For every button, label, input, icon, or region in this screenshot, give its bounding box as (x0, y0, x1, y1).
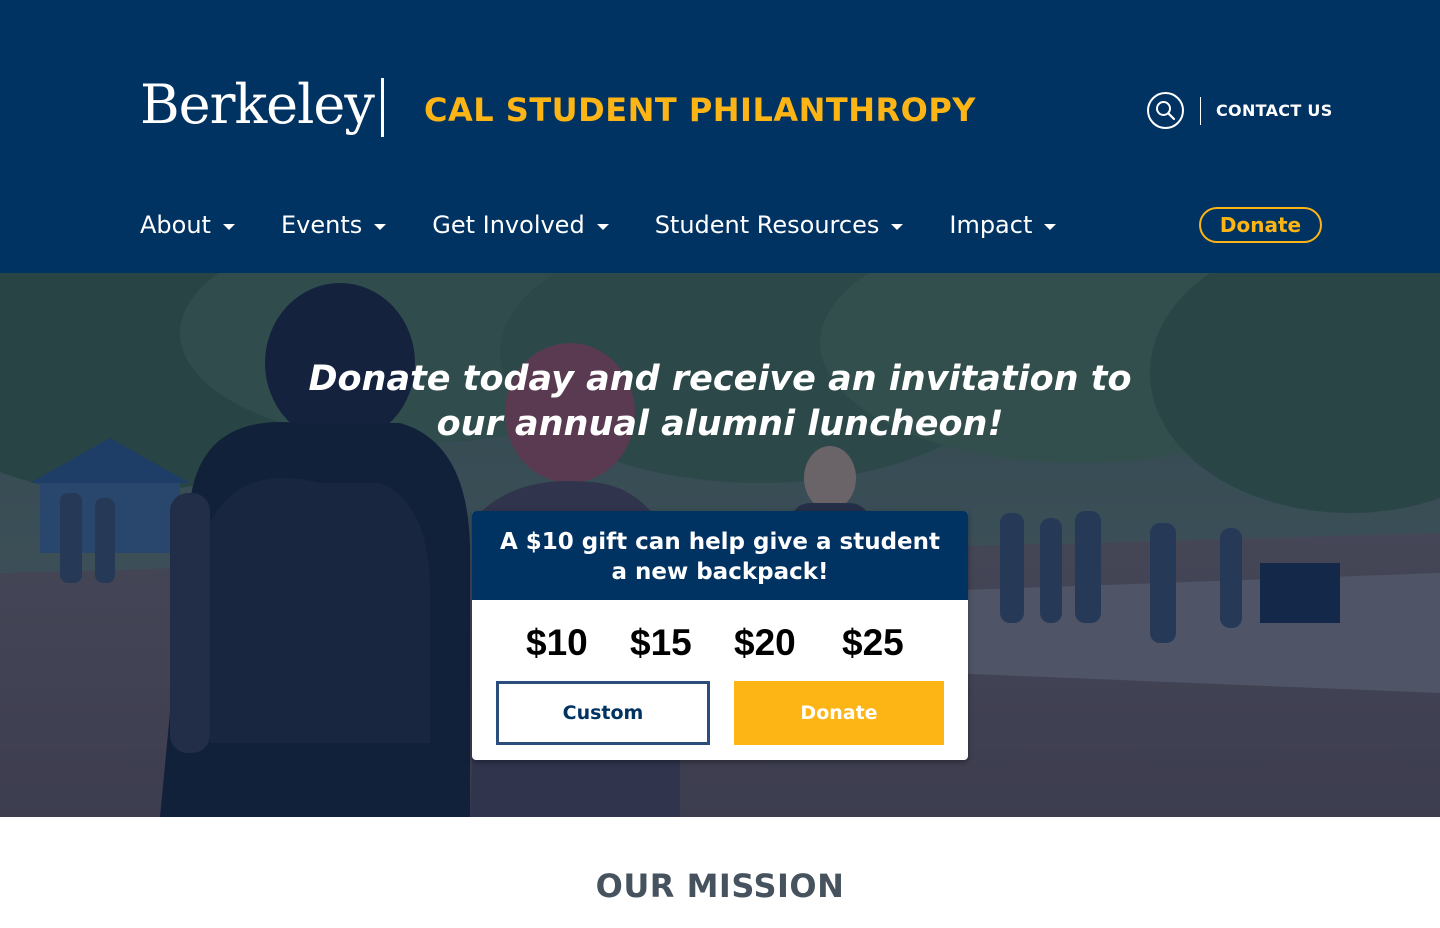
nav-item-get-involved[interactable]: Get Involved (432, 205, 609, 245)
amount-option-15[interactable]: $15 (630, 619, 692, 667)
caret-down-icon (891, 223, 904, 230)
amount-option-25[interactable]: $25 (842, 619, 904, 667)
site-header: Berkeley CAL STUDENT PHILANTHROPY CONTAC… (0, 0, 1440, 273)
mission-heading: OUR MISSION (595, 867, 845, 905)
site-title[interactable]: CAL STUDENT PHILANTHROPY (424, 88, 976, 132)
search-button[interactable] (1147, 92, 1184, 129)
nav-item-label: Student Resources (654, 211, 880, 239)
nav-item-events[interactable]: Events (280, 205, 387, 245)
amount-options: $10 $15 $20 $25 (472, 619, 968, 667)
caret-down-icon (596, 223, 609, 230)
header-donate-button[interactable]: Donate (1199, 207, 1322, 243)
nav-item-label: Events (280, 211, 363, 239)
nav-item-label: About (140, 211, 211, 239)
nav-item-label: Impact (949, 211, 1033, 239)
nav-item-impact[interactable]: Impact (949, 205, 1057, 245)
nav-item-about[interactable]: About (140, 205, 235, 245)
hero-banner: Donate today and receive an invitation t… (0, 273, 1440, 817)
logo-divider (381, 78, 384, 137)
caret-down-icon (222, 223, 235, 230)
donation-card: A $10 gift can help give a student a new… (472, 511, 968, 760)
hero-headline: Donate today and receive an invitation t… (308, 359, 1132, 444)
amount-option-20[interactable]: $20 (734, 619, 796, 667)
contact-us-link[interactable]: CONTACT US (1216, 100, 1333, 122)
main-nav: About Events Get Involved Student Resour… (140, 205, 1102, 245)
card-donate-button[interactable]: Donate (734, 681, 944, 745)
caret-down-icon (1044, 223, 1057, 230)
donation-card-heading: A $10 gift can help give a student a new… (472, 511, 968, 600)
caret-down-icon (374, 223, 387, 230)
utility-divider (1200, 97, 1201, 125)
search-icon (1156, 101, 1176, 121)
custom-amount-button[interactable]: Custom (496, 681, 710, 745)
nav-item-student-resources[interactable]: Student Resources (655, 205, 904, 245)
amount-option-10[interactable]: $10 (526, 619, 588, 667)
nav-item-label: Get Involved (432, 211, 585, 239)
berkeley-logo[interactable]: Berkeley (140, 70, 375, 140)
